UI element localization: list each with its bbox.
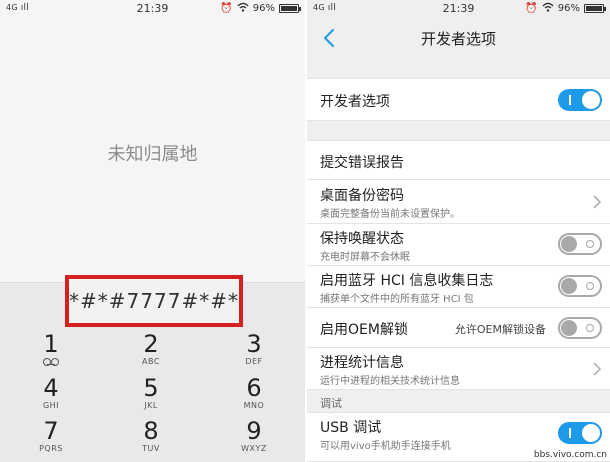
key-letters: MNO: [243, 401, 265, 410]
key-digit: 5: [143, 374, 159, 402]
developer-options-screen: 4G ıll 21:39 ⏰ 96% 开发者选项 开发者选项 提交错误报告 桌面…: [307, 0, 610, 462]
dial-key-8[interactable]: 8 TUV: [101, 418, 201, 462]
row-description: 可以用vivo手机助手连接手机: [320, 441, 451, 452]
key-letters: TUV: [142, 444, 160, 453]
status-icons: ⏰ 96%: [525, 2, 606, 15]
process-stats-row[interactable]: 进程统计信息 运行中进程的相关技术统计信息: [307, 348, 610, 390]
alarm-icon: ⏰: [525, 3, 538, 14]
status-bar: 4G ıll 21:39 ⏰ 96%: [307, 0, 610, 18]
key-letters: DEF: [245, 357, 263, 366]
battery-percent: 96%: [252, 3, 275, 14]
dial-key-7[interactable]: 7 PQRS: [1, 418, 101, 462]
chevron-right-icon: [593, 362, 602, 376]
dial-key-2[interactable]: 2 ABC: [101, 331, 201, 375]
row-title: 开发者选项: [320, 94, 390, 110]
key-digit: 6: [246, 374, 262, 402]
row-description: 充电时屏幕不会休眠: [320, 252, 410, 263]
key-digit: 2: [143, 330, 159, 358]
dial-key-3[interactable]: 3 DEF: [204, 331, 304, 375]
battery-percent: 96%: [557, 3, 580, 14]
row-title: 启用OEM解锁: [320, 322, 408, 338]
bluetooth-hci-log-row[interactable]: 启用蓝牙 HCI 信息收集日志 捕获单个文件中的所有蓝牙 HCI 包: [307, 266, 610, 308]
caller-location: 未知归属地: [107, 144, 198, 165]
row-description: 捕获单个文件中的所有蓝牙 HCI 包: [320, 294, 474, 305]
row-description: 运行中进程的相关技术统计信息: [320, 376, 460, 387]
dial-key-6[interactable]: 6 MNO: [204, 375, 304, 419]
status-icons: ⏰ 96%: [220, 2, 301, 15]
key-digit: 3: [246, 330, 262, 358]
row-title: 提交错误报告: [320, 155, 404, 171]
dial-number-input[interactable]: *#*#7777#*#*: [65, 275, 243, 327]
alarm-icon: ⏰: [220, 3, 233, 14]
dial-key-1[interactable]: 1: [1, 331, 101, 375]
key-digit: 8: [143, 417, 159, 445]
chevron-right-icon: [593, 195, 602, 209]
battery-icon: [584, 4, 606, 13]
bug-report-row[interactable]: 提交错误报告: [307, 140, 610, 180]
battery-fill: [586, 6, 602, 11]
key-letters: WXYZ: [241, 444, 267, 453]
battery-fill: [281, 6, 297, 11]
row-title: USB 调试: [320, 420, 382, 436]
wifi-icon: [542, 2, 554, 15]
watermark: bbs.vivo.com.cn: [530, 450, 610, 460]
debug-section-label: 调试: [320, 397, 342, 410]
row-title: 启用蓝牙 HCI 信息收集日志: [320, 273, 494, 289]
row-title: 保持唤醒状态: [320, 231, 404, 247]
oem-unlock-toggle[interactable]: [558, 317, 602, 339]
app-header: 开发者选项: [307, 18, 610, 58]
dial-key-5[interactable]: 5 JKL: [101, 375, 201, 419]
key-letters: ABC: [142, 357, 160, 366]
key-digit: 7: [43, 417, 59, 445]
oem-unlock-row[interactable]: 启用OEM解锁 允许OEM解锁设备: [307, 308, 610, 348]
key-letters: PQRS: [39, 444, 63, 453]
key-digit: 1: [43, 330, 59, 358]
battery-icon: [279, 4, 301, 13]
row-title: 进程统计信息: [320, 355, 404, 371]
usb-debugging-toggle[interactable]: [558, 422, 602, 444]
bluetooth-hci-log-toggle[interactable]: [558, 275, 602, 297]
row-description: 桌面完整备份当前未设置保护。: [320, 209, 460, 220]
stay-awake-toggle[interactable]: [558, 233, 602, 255]
backup-password-row[interactable]: 桌面备份密码 桌面完整备份当前未设置保护。: [307, 180, 610, 224]
page-title: 开发者选项: [420, 30, 496, 48]
key-digit: 4: [43, 374, 59, 402]
dial-key-9[interactable]: 9 WXYZ: [204, 418, 304, 462]
status-bar: 4G ıll 21:39 ⏰ 96%: [0, 0, 305, 18]
developer-options-master-row[interactable]: 开发者选项: [307, 78, 610, 121]
key-letters: JKL: [144, 401, 158, 410]
key-digit: 9: [246, 417, 262, 445]
row-side-text: 允许OEM解锁设备: [454, 323, 546, 336]
dial-key-4[interactable]: 4 GHI: [1, 375, 101, 419]
voicemail-icon: [43, 357, 59, 366]
stay-awake-row[interactable]: 保持唤醒状态 充电时屏幕不会休眠: [307, 224, 610, 266]
row-title: 桌面备份密码: [320, 188, 404, 204]
dialer-screen: 4G ıll 21:39 ⏰ 96% 未知归属地 1 2 ABC 3 DEF 4: [0, 0, 305, 462]
key-letters: GHI: [42, 401, 60, 410]
developer-options-toggle[interactable]: [558, 89, 602, 111]
wifi-icon: [237, 2, 249, 15]
